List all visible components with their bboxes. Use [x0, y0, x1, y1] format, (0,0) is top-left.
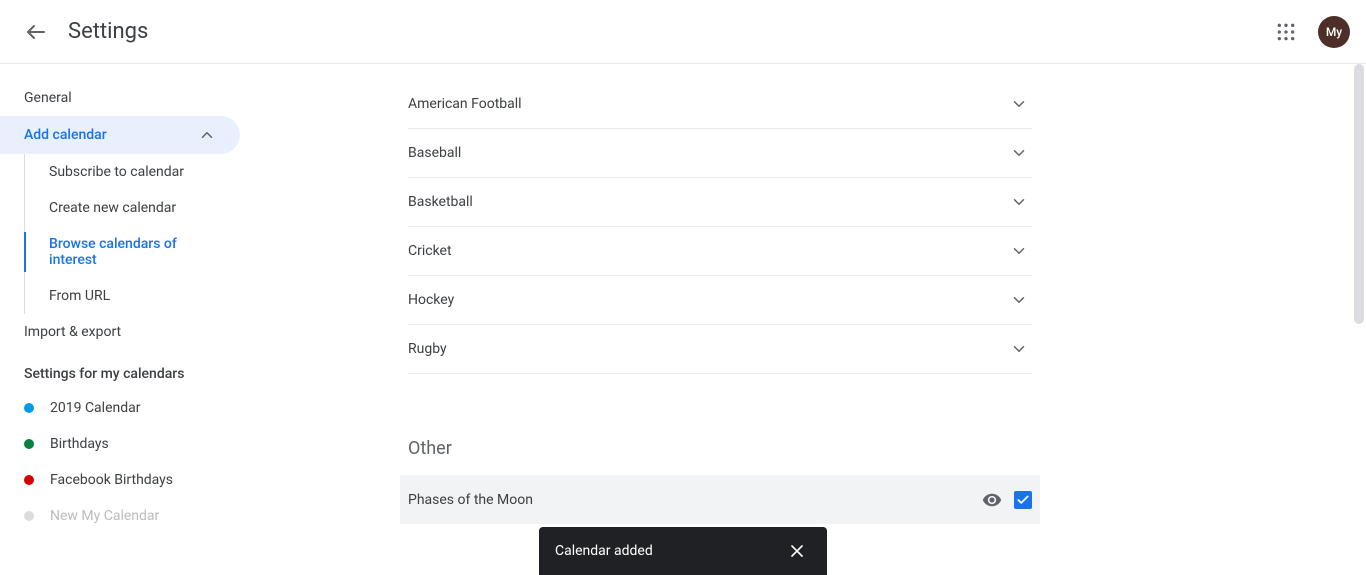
- calendar-color-dot: [24, 403, 34, 413]
- scrollbar[interactable]: [1352, 64, 1366, 575]
- row-label: Basketball: [408, 194, 473, 210]
- sport-row-cricket[interactable]: Cricket: [408, 227, 1032, 276]
- apps-button[interactable]: [1266, 12, 1306, 52]
- row-label: Hockey: [408, 292, 454, 308]
- calendar-color-dot: [24, 511, 34, 521]
- sidebar-calendar-item[interactable]: Birthdays: [0, 426, 260, 462]
- page-title: Settings: [68, 19, 148, 44]
- calendar-label: 2019 Calendar: [50, 400, 141, 416]
- row-label: Cricket: [408, 243, 452, 259]
- sidebar-item-label: General: [24, 90, 72, 106]
- avatar[interactable]: My: [1318, 16, 1350, 48]
- arrow-left-icon: [24, 20, 48, 44]
- sidebar-sub-create[interactable]: Create new calendar: [25, 190, 241, 226]
- close-icon: [787, 541, 807, 561]
- subscribe-checkbox[interactable]: [1014, 491, 1032, 509]
- sidebar: General Add calendar Subscribe to calend…: [0, 64, 260, 575]
- other-row-phases-moon[interactable]: Phases of the Moon: [400, 475, 1040, 524]
- row-label: Phases of the Moon: [408, 492, 533, 508]
- toast-message: Calendar added: [555, 543, 653, 559]
- sidebar-subitems: Subscribe to calendar Create new calenda…: [24, 154, 260, 314]
- chevron-down-icon: [1010, 291, 1028, 309]
- calendar-color-dot: [24, 439, 34, 449]
- sport-row-baseball[interactable]: Baseball: [408, 129, 1032, 178]
- apps-icon: [1276, 22, 1296, 42]
- row-label: Baseball: [408, 145, 461, 161]
- main-content: American Football Baseball Basketball Cr…: [260, 64, 1366, 575]
- chevron-down-icon: [1010, 144, 1028, 162]
- chevron-up-icon: [198, 126, 216, 144]
- sidebar-item-label: Import & export: [24, 324, 121, 340]
- sport-row-rugby[interactable]: Rugby: [408, 325, 1032, 374]
- sport-row-hockey[interactable]: Hockey: [408, 276, 1032, 325]
- check-icon: [1016, 493, 1030, 507]
- sidebar-sub-from-url[interactable]: From URL: [25, 278, 241, 314]
- calendar-color-dot: [24, 475, 34, 485]
- scrollbar-thumb[interactable]: [1354, 64, 1364, 324]
- chevron-down-icon: [1010, 193, 1028, 211]
- header-right: My: [1266, 12, 1350, 52]
- sidebar-item-import-export[interactable]: Import & export: [0, 314, 240, 350]
- sidebar-calendar-item[interactable]: New My Calendar: [0, 498, 260, 534]
- row-label: Rugby: [408, 341, 447, 357]
- back-button[interactable]: [16, 12, 56, 52]
- sidebar-item-general[interactable]: General: [0, 80, 240, 116]
- content-inner: American Football Baseball Basketball Cr…: [408, 64, 1032, 524]
- toast-close-button[interactable]: [779, 533, 815, 569]
- chevron-down-icon: [1010, 340, 1028, 358]
- calendar-label: Birthdays: [50, 436, 109, 452]
- sidebar-sub-subscribe[interactable]: Subscribe to calendar: [25, 154, 241, 190]
- chevron-down-icon: [1010, 95, 1028, 113]
- section-title-other: Other: [408, 438, 1032, 459]
- sport-row-basketball[interactable]: Basketball: [408, 178, 1032, 227]
- other-row-actions: [982, 490, 1032, 510]
- sidebar-calendar-item[interactable]: 2019 Calendar: [0, 390, 260, 426]
- eye-icon[interactable]: [982, 490, 1002, 510]
- sidebar-calendar-item[interactable]: Facebook Birthdays: [0, 462, 260, 498]
- toast: Calendar added: [539, 527, 827, 575]
- body: General Add calendar Subscribe to calend…: [0, 64, 1366, 575]
- chevron-down-icon: [1010, 242, 1028, 260]
- header: Settings My: [0, 0, 1366, 64]
- sidebar-heading-settings: Settings for my calendars: [0, 350, 260, 390]
- sidebar-item-label: Add calendar: [24, 127, 107, 143]
- row-label: American Football: [408, 96, 522, 112]
- calendar-label: New My Calendar: [50, 508, 159, 524]
- sport-row-american-football[interactable]: American Football: [408, 80, 1032, 129]
- calendar-label: Facebook Birthdays: [50, 472, 173, 488]
- sidebar-item-add-calendar[interactable]: Add calendar: [0, 116, 240, 154]
- sidebar-sub-browse[interactable]: Browse calendars of interest: [25, 226, 241, 278]
